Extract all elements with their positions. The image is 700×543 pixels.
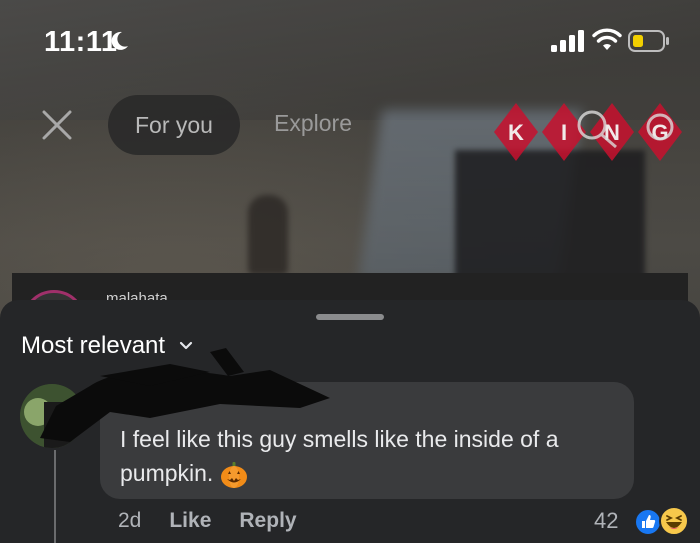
like-reaction-icon[interactable] xyxy=(634,508,662,536)
comment-time: 2d xyxy=(118,509,142,532)
like-button[interactable]: Like xyxy=(169,509,211,533)
comment-body: I feel like this guy smells like the ins… xyxy=(120,426,559,486)
battery-icon xyxy=(628,30,669,52)
watermark-logo: K I N G xyxy=(494,103,682,161)
svg-text:K: K xyxy=(508,120,524,145)
moon-icon xyxy=(111,31,128,50)
status-bar: 11:11 xyxy=(0,0,700,80)
comment-meta-row: 2d Like Reply xyxy=(118,509,297,533)
tab-for-you[interactable]: For you xyxy=(108,95,240,155)
comment-text: I feel like this guy smells like the ins… xyxy=(120,422,620,490)
svg-text:I: I xyxy=(561,120,567,145)
close-icon[interactable] xyxy=(40,108,74,142)
reply-button[interactable]: Reply xyxy=(239,509,296,533)
reaction-count[interactable]: 42 xyxy=(594,508,618,534)
wifi-icon xyxy=(592,28,622,50)
video-window-dark xyxy=(455,150,645,280)
signal-icon xyxy=(551,30,584,52)
svg-text:G: G xyxy=(651,120,668,145)
status-time: 11:11 xyxy=(44,26,118,58)
video-figure xyxy=(248,195,288,275)
tab-explore[interactable]: Explore xyxy=(274,110,352,137)
thread-line xyxy=(54,450,56,543)
haha-reaction-icon[interactable] xyxy=(659,506,689,536)
pumpkin-icon xyxy=(221,461,248,488)
sheet-drag-handle[interactable] xyxy=(316,314,384,320)
